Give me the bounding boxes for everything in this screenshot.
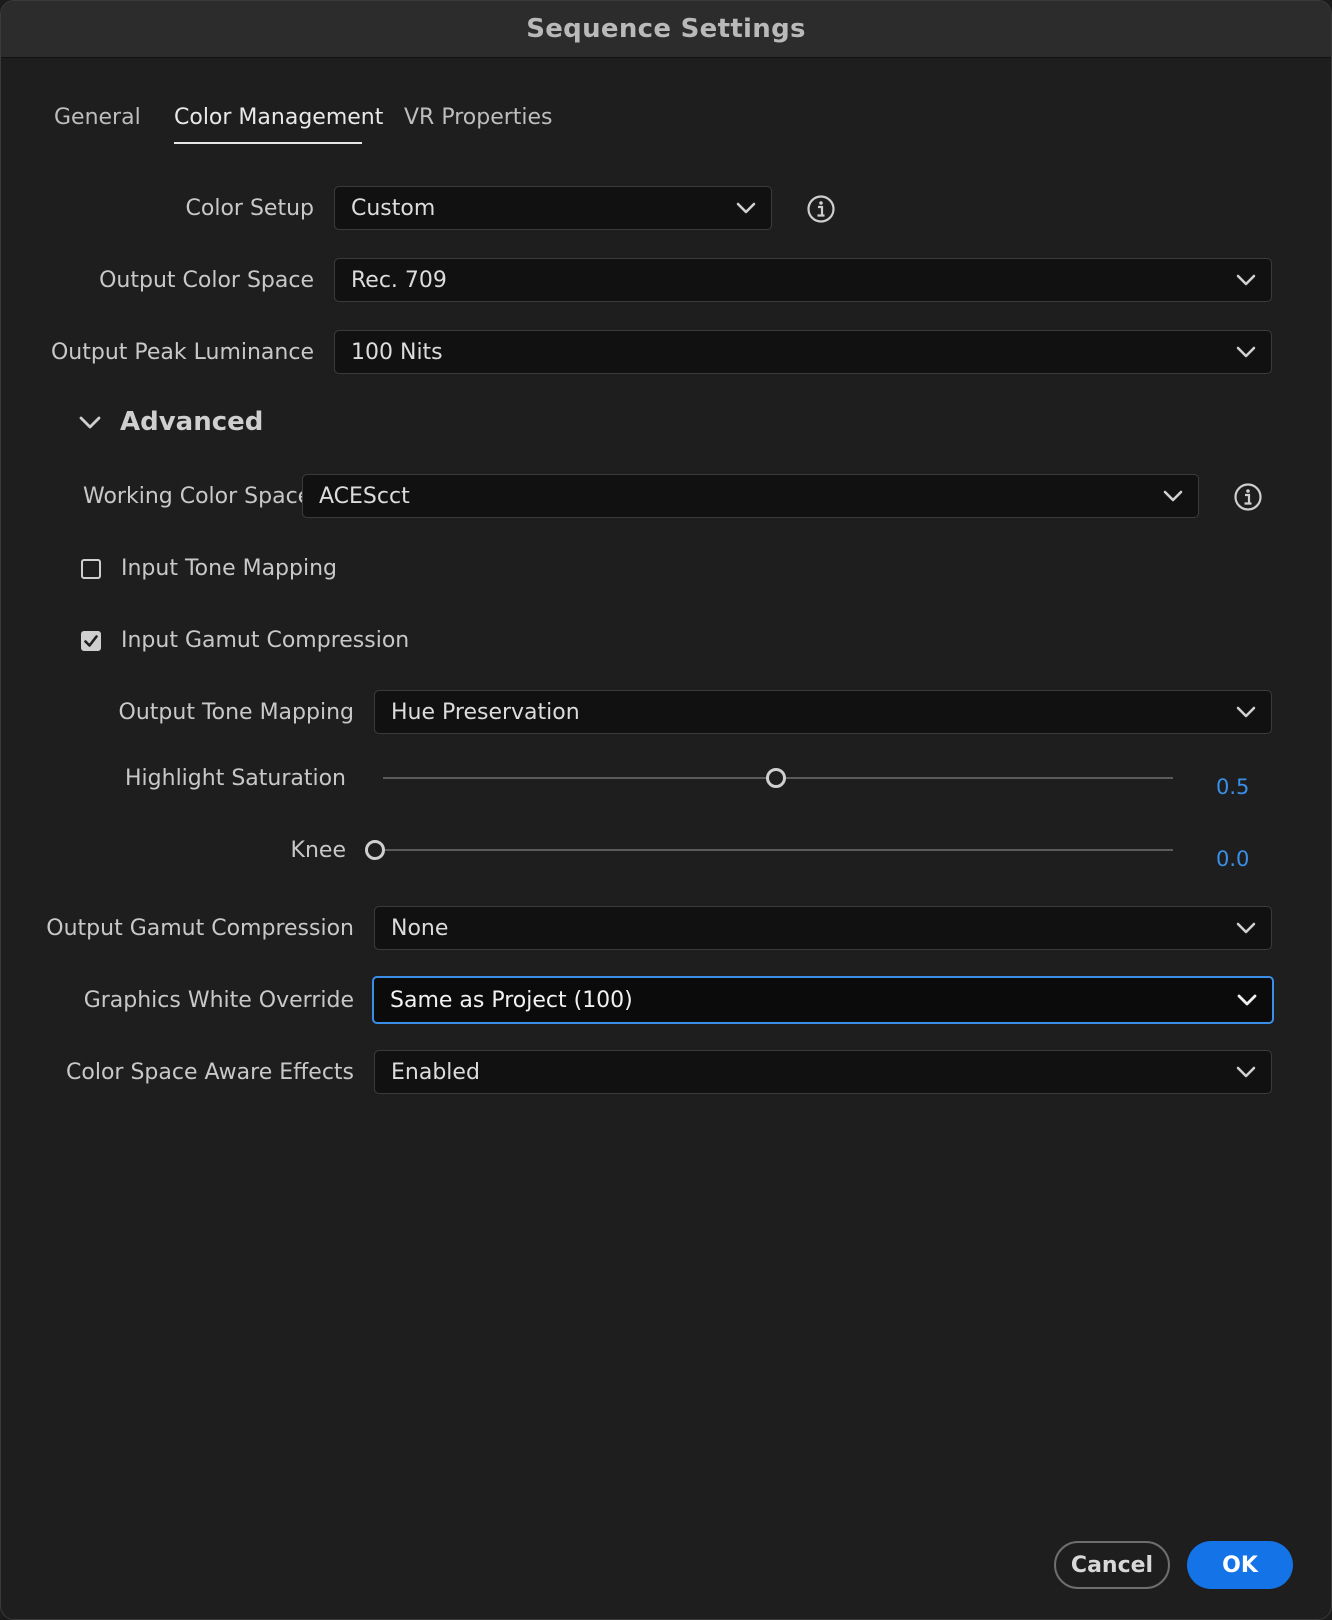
chevron-down-icon	[1236, 274, 1256, 286]
graphics-white-override-value: Same as Project (100)	[390, 987, 633, 1013]
color-space-aware-effects-value: Enabled	[391, 1059, 480, 1085]
checkmark-icon	[84, 634, 98, 647]
working-color-space-label: Working Color Space	[83, 484, 312, 509]
chevron-down-icon	[79, 416, 101, 429]
knee-thumb[interactable]	[365, 840, 385, 860]
graphics-white-override-label: Graphics White Override	[83, 988, 354, 1013]
chevron-down-icon	[736, 202, 756, 214]
chevron-down-icon	[1163, 490, 1183, 502]
tab-color-management[interactable]: Color Management	[174, 105, 383, 130]
input-gamut-compression-checkbox[interactable]	[81, 630, 101, 651]
knee-value[interactable]: 0.0	[1216, 847, 1249, 871]
window-title: Sequence Settings	[526, 14, 806, 44]
output-color-space-dropdown[interactable]: Rec. 709	[334, 258, 1272, 302]
input-gamut-compression-label: Input Gamut Compression	[121, 628, 410, 653]
info-icon[interactable]	[1233, 482, 1263, 512]
chevron-down-icon	[1236, 922, 1256, 934]
color-setup-value: Custom	[351, 195, 436, 221]
output-peak-luminance-label: Output Peak Luminance	[50, 340, 314, 365]
advanced-section-title: Advanced	[120, 407, 264, 437]
highlight-saturation-value[interactable]: 0.5	[1216, 775, 1249, 799]
chevron-down-icon	[1237, 994, 1257, 1006]
output-peak-luminance-value: 100 Nits	[351, 339, 443, 365]
input-tone-mapping-row[interactable]: Input Tone Mapping	[81, 556, 337, 581]
sequence-settings-dialog: Sequence Settings General Color Manageme…	[0, 0, 1332, 1620]
cancel-button[interactable]: Cancel	[1054, 1541, 1170, 1589]
chevron-down-icon	[1236, 346, 1256, 358]
output-tone-mapping-value: Hue Preservation	[391, 699, 580, 725]
working-color-space-dropdown[interactable]: ACEScct	[302, 474, 1199, 518]
color-space-aware-effects-dropdown[interactable]: Enabled	[374, 1050, 1272, 1094]
ok-button[interactable]: OK	[1187, 1541, 1293, 1589]
highlight-saturation-thumb[interactable]	[766, 768, 786, 788]
input-gamut-compression-row[interactable]: Input Gamut Compression	[81, 628, 409, 653]
color-space-aware-effects-label: Color Space Aware Effects	[66, 1060, 354, 1085]
output-color-space-label: Output Color Space	[99, 268, 314, 293]
graphics-white-override-dropdown[interactable]: Same as Project (100)	[372, 976, 1274, 1024]
tab-general[interactable]: General	[54, 105, 141, 130]
knee-label: Knee	[290, 838, 346, 863]
highlight-saturation-label: Highlight Saturation	[125, 766, 346, 791]
working-color-space-value: ACEScct	[319, 483, 410, 509]
tab-vr-properties[interactable]: VR Properties	[404, 105, 553, 130]
output-gamut-compression-dropdown[interactable]: None	[374, 906, 1272, 950]
title-bar[interactable]: Sequence Settings	[1, 1, 1331, 58]
output-gamut-compression-label: Output Gamut Compression	[46, 916, 354, 941]
info-icon[interactable]	[806, 194, 836, 224]
output-tone-mapping-dropdown[interactable]: Hue Preservation	[374, 690, 1272, 734]
active-tab-indicator	[174, 142, 362, 144]
color-setup-label: Color Setup	[185, 196, 314, 221]
advanced-section-toggle[interactable]: Advanced	[78, 407, 263, 437]
chevron-down-icon	[1236, 1066, 1256, 1078]
output-gamut-compression-value: None	[391, 915, 449, 941]
knee-track[interactable]	[383, 849, 1173, 851]
input-tone-mapping-checkbox[interactable]	[81, 558, 101, 579]
chevron-down-icon	[1236, 706, 1256, 718]
output-tone-mapping-label: Output Tone Mapping	[118, 700, 354, 725]
input-tone-mapping-label: Input Tone Mapping	[121, 556, 338, 581]
color-setup-dropdown[interactable]: Custom	[334, 186, 772, 230]
output-color-space-value: Rec. 709	[351, 267, 447, 293]
output-peak-luminance-dropdown[interactable]: 100 Nits	[334, 330, 1272, 374]
